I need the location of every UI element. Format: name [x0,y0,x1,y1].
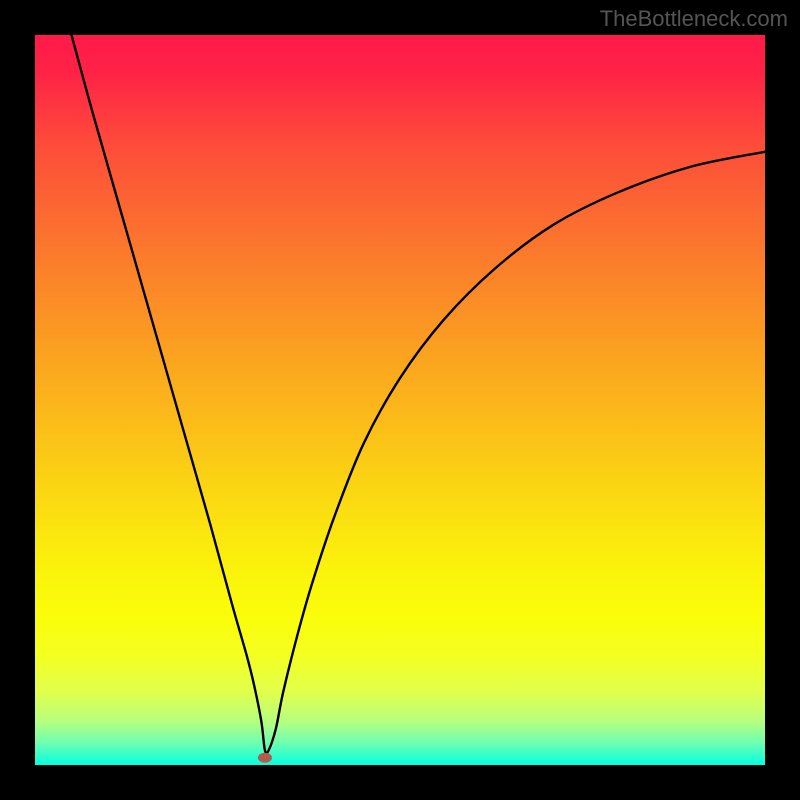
chart-background [35,35,765,765]
plot-area [35,35,765,765]
watermark-text: TheBottleneck.com [600,6,788,32]
chart-svg [35,35,765,765]
chart-frame: TheBottleneck.com [0,0,800,800]
marker-dot [258,753,272,763]
